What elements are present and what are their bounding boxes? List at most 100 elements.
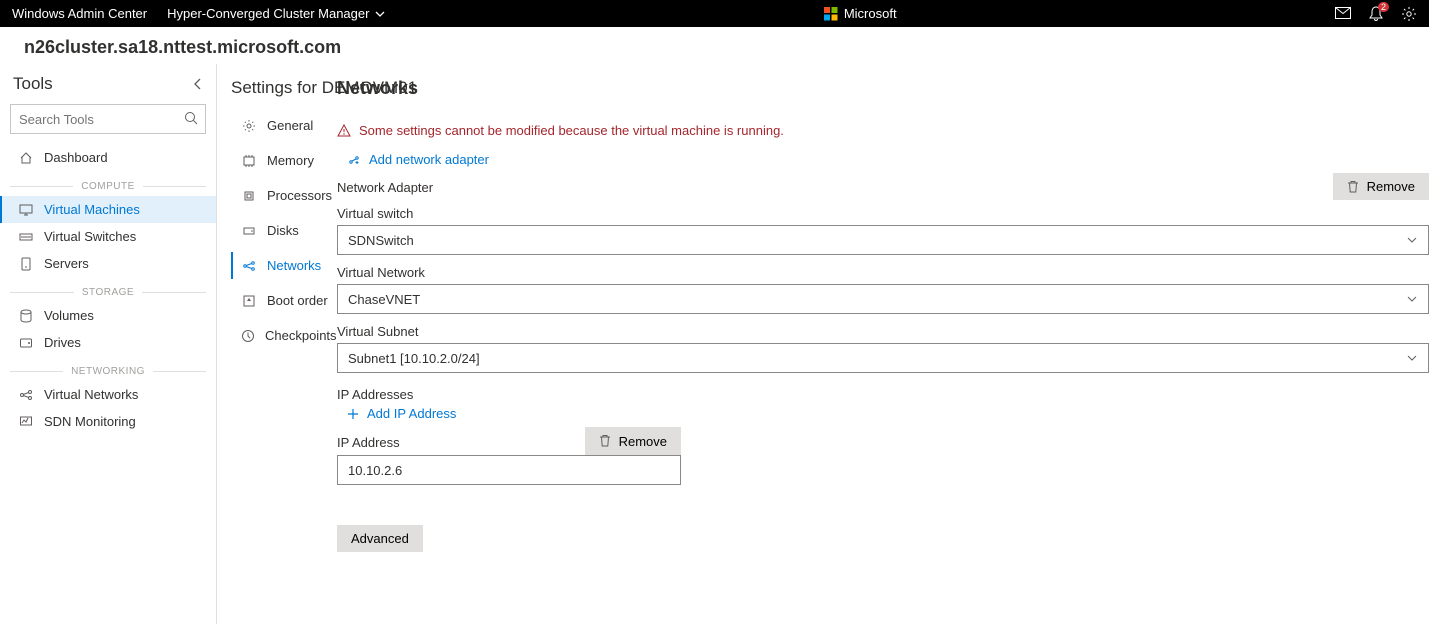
ms-brand: Microsoft <box>385 6 1335 21</box>
switch-icon <box>18 230 34 244</box>
sidebar-item-sdn-monitoring[interactable]: SDN Monitoring <box>10 408 206 435</box>
collapse-sidebar-icon[interactable] <box>193 78 203 90</box>
virtual-network-select[interactable]: ChaseVNET <box>337 284 1429 314</box>
microsoft-logo-icon <box>824 7 838 21</box>
ip-address-label: IP Address <box>337 435 400 450</box>
settings-title: Settings for DEMOVM01 <box>231 78 337 98</box>
settings-item-checkpoints[interactable]: Checkpoints <box>231 322 337 349</box>
plus-icon <box>347 408 359 420</box>
sidebar-item-virtual-machines[interactable]: Virtual Machines <box>0 196 216 223</box>
network-icon <box>241 259 257 273</box>
warning-message: Some settings cannot be modified because… <box>337 123 1429 138</box>
tools-sidebar: Tools Dashboard COMPUTE Virtual Machines… <box>0 64 217 624</box>
sidebar-item-label: Servers <box>44 256 89 271</box>
sidebar-item-dashboard[interactable]: Dashboard <box>10 144 206 171</box>
sidebar-item-volumes[interactable]: Volumes <box>10 302 206 329</box>
settings-nav: Settings for DEMOVM01 General Memory Pro… <box>217 64 337 624</box>
checkpoint-icon <box>241 329 255 343</box>
ip-address-input[interactable]: 10.10.2.6 <box>337 455 681 485</box>
chevron-down-icon <box>1406 234 1418 246</box>
sidebar-item-virtual-networks[interactable]: Virtual Networks <box>10 381 206 408</box>
memory-icon <box>241 154 257 168</box>
select-value: ChaseVNET <box>348 292 420 307</box>
remove-label: Remove <box>1367 179 1415 194</box>
settings-item-general[interactable]: General <box>231 112 337 139</box>
tools-title: Tools <box>13 74 53 94</box>
section-compute: COMPUTE <box>10 181 206 192</box>
trash-icon <box>1347 180 1359 194</box>
sidebar-item-label: Volumes <box>44 308 94 323</box>
settings-item-label: Processors <box>267 188 332 203</box>
settings-item-memory[interactable]: Memory <box>231 147 337 174</box>
vnet-label: Virtual Network <box>337 265 1429 280</box>
chevron-down-icon <box>1406 352 1418 364</box>
remove-ip-button[interactable]: Remove <box>585 427 681 455</box>
sidebar-item-servers[interactable]: Servers <box>10 250 206 277</box>
cluster-name: n26cluster.sa18.nttest.microsoft.com <box>0 27 1429 64</box>
settings-item-boot-order[interactable]: Boot order <box>231 287 337 314</box>
section-storage: STORAGE <box>10 287 206 298</box>
disk-icon <box>241 224 257 238</box>
notifications-icon[interactable]: 2 <box>1369 6 1383 22</box>
drives-icon <box>18 336 34 350</box>
vm-icon <box>18 203 34 217</box>
settings-gear-icon[interactable] <box>1401 6 1417 22</box>
notification-badge: 2 <box>1378 2 1389 12</box>
monitor-icon <box>18 415 34 429</box>
server-icon <box>18 257 34 271</box>
warning-icon <box>337 124 351 138</box>
search-tools-input[interactable] <box>10 104 206 134</box>
settings-item-label: Checkpoints <box>265 328 337 343</box>
warning-text: Some settings cannot be modified because… <box>359 123 784 138</box>
settings-item-label: General <box>267 118 313 133</box>
settings-item-networks[interactable]: Networks <box>231 252 337 279</box>
volumes-icon <box>18 309 34 323</box>
advanced-button[interactable]: Advanced <box>337 525 423 552</box>
settings-panel: Networks Some settings cannot be modifie… <box>337 64 1429 624</box>
sidebar-item-virtual-switches[interactable]: Virtual Switches <box>10 223 206 250</box>
sidebar-item-label: Virtual Networks <box>44 387 138 402</box>
feedback-icon[interactable] <box>1335 7 1351 21</box>
ip-address-value: 10.10.2.6 <box>348 463 402 478</box>
home-icon <box>18 151 34 165</box>
settings-item-disks[interactable]: Disks <box>231 217 337 244</box>
select-value: Subnet1 [10.10.2.0/24] <box>348 351 480 366</box>
context-label: Hyper-Converged Cluster Manager <box>167 6 369 21</box>
vswitch-label: Virtual switch <box>337 206 1429 221</box>
vsubnet-label: Virtual Subnet <box>337 324 1429 339</box>
add-ip-label: Add IP Address <box>367 406 456 421</box>
remove-adapter-button[interactable]: Remove <box>1333 173 1429 200</box>
gear-icon <box>241 119 257 133</box>
brand-label: Windows Admin Center <box>12 6 147 21</box>
adapter-add-icon <box>347 153 361 167</box>
virtual-switch-select[interactable]: SDNSwitch <box>337 225 1429 255</box>
top-bar: Windows Admin Center Hyper-Converged Clu… <box>0 0 1429 27</box>
sidebar-item-label: Drives <box>44 335 81 350</box>
settings-item-label: Memory <box>267 153 314 168</box>
settings-item-label: Disks <box>267 223 299 238</box>
remove-ip-label: Remove <box>619 434 667 449</box>
add-network-adapter-button[interactable]: Add network adapter <box>347 152 489 167</box>
trash-icon <box>599 434 611 448</box>
add-ip-address-button[interactable]: Add IP Address <box>347 406 456 421</box>
sidebar-item-drives[interactable]: Drives <box>10 329 206 356</box>
chevron-down-icon <box>375 9 385 19</box>
advanced-label: Advanced <box>351 531 409 546</box>
settings-item-label: Networks <box>267 258 321 273</box>
virtual-subnet-select[interactable]: Subnet1 [10.10.2.0/24] <box>337 343 1429 373</box>
panel-heading: Networks <box>337 78 1429 99</box>
chevron-down-icon <box>1406 293 1418 305</box>
microsoft-label: Microsoft <box>844 6 897 21</box>
vnet-icon <box>18 388 34 402</box>
adapter-heading: Network Adapter <box>337 180 433 195</box>
select-value: SDNSwitch <box>348 233 414 248</box>
settings-item-label: Boot order <box>267 293 328 308</box>
sidebar-item-label: Dashboard <box>44 150 108 165</box>
settings-item-processors[interactable]: Processors <box>231 182 337 209</box>
section-networking: NETWORKING <box>10 366 206 377</box>
search-icon <box>184 111 198 125</box>
boot-icon <box>241 294 257 308</box>
context-dropdown[interactable]: Hyper-Converged Cluster Manager <box>167 6 385 21</box>
sidebar-item-label: SDN Monitoring <box>44 414 136 429</box>
cpu-icon <box>241 189 257 203</box>
